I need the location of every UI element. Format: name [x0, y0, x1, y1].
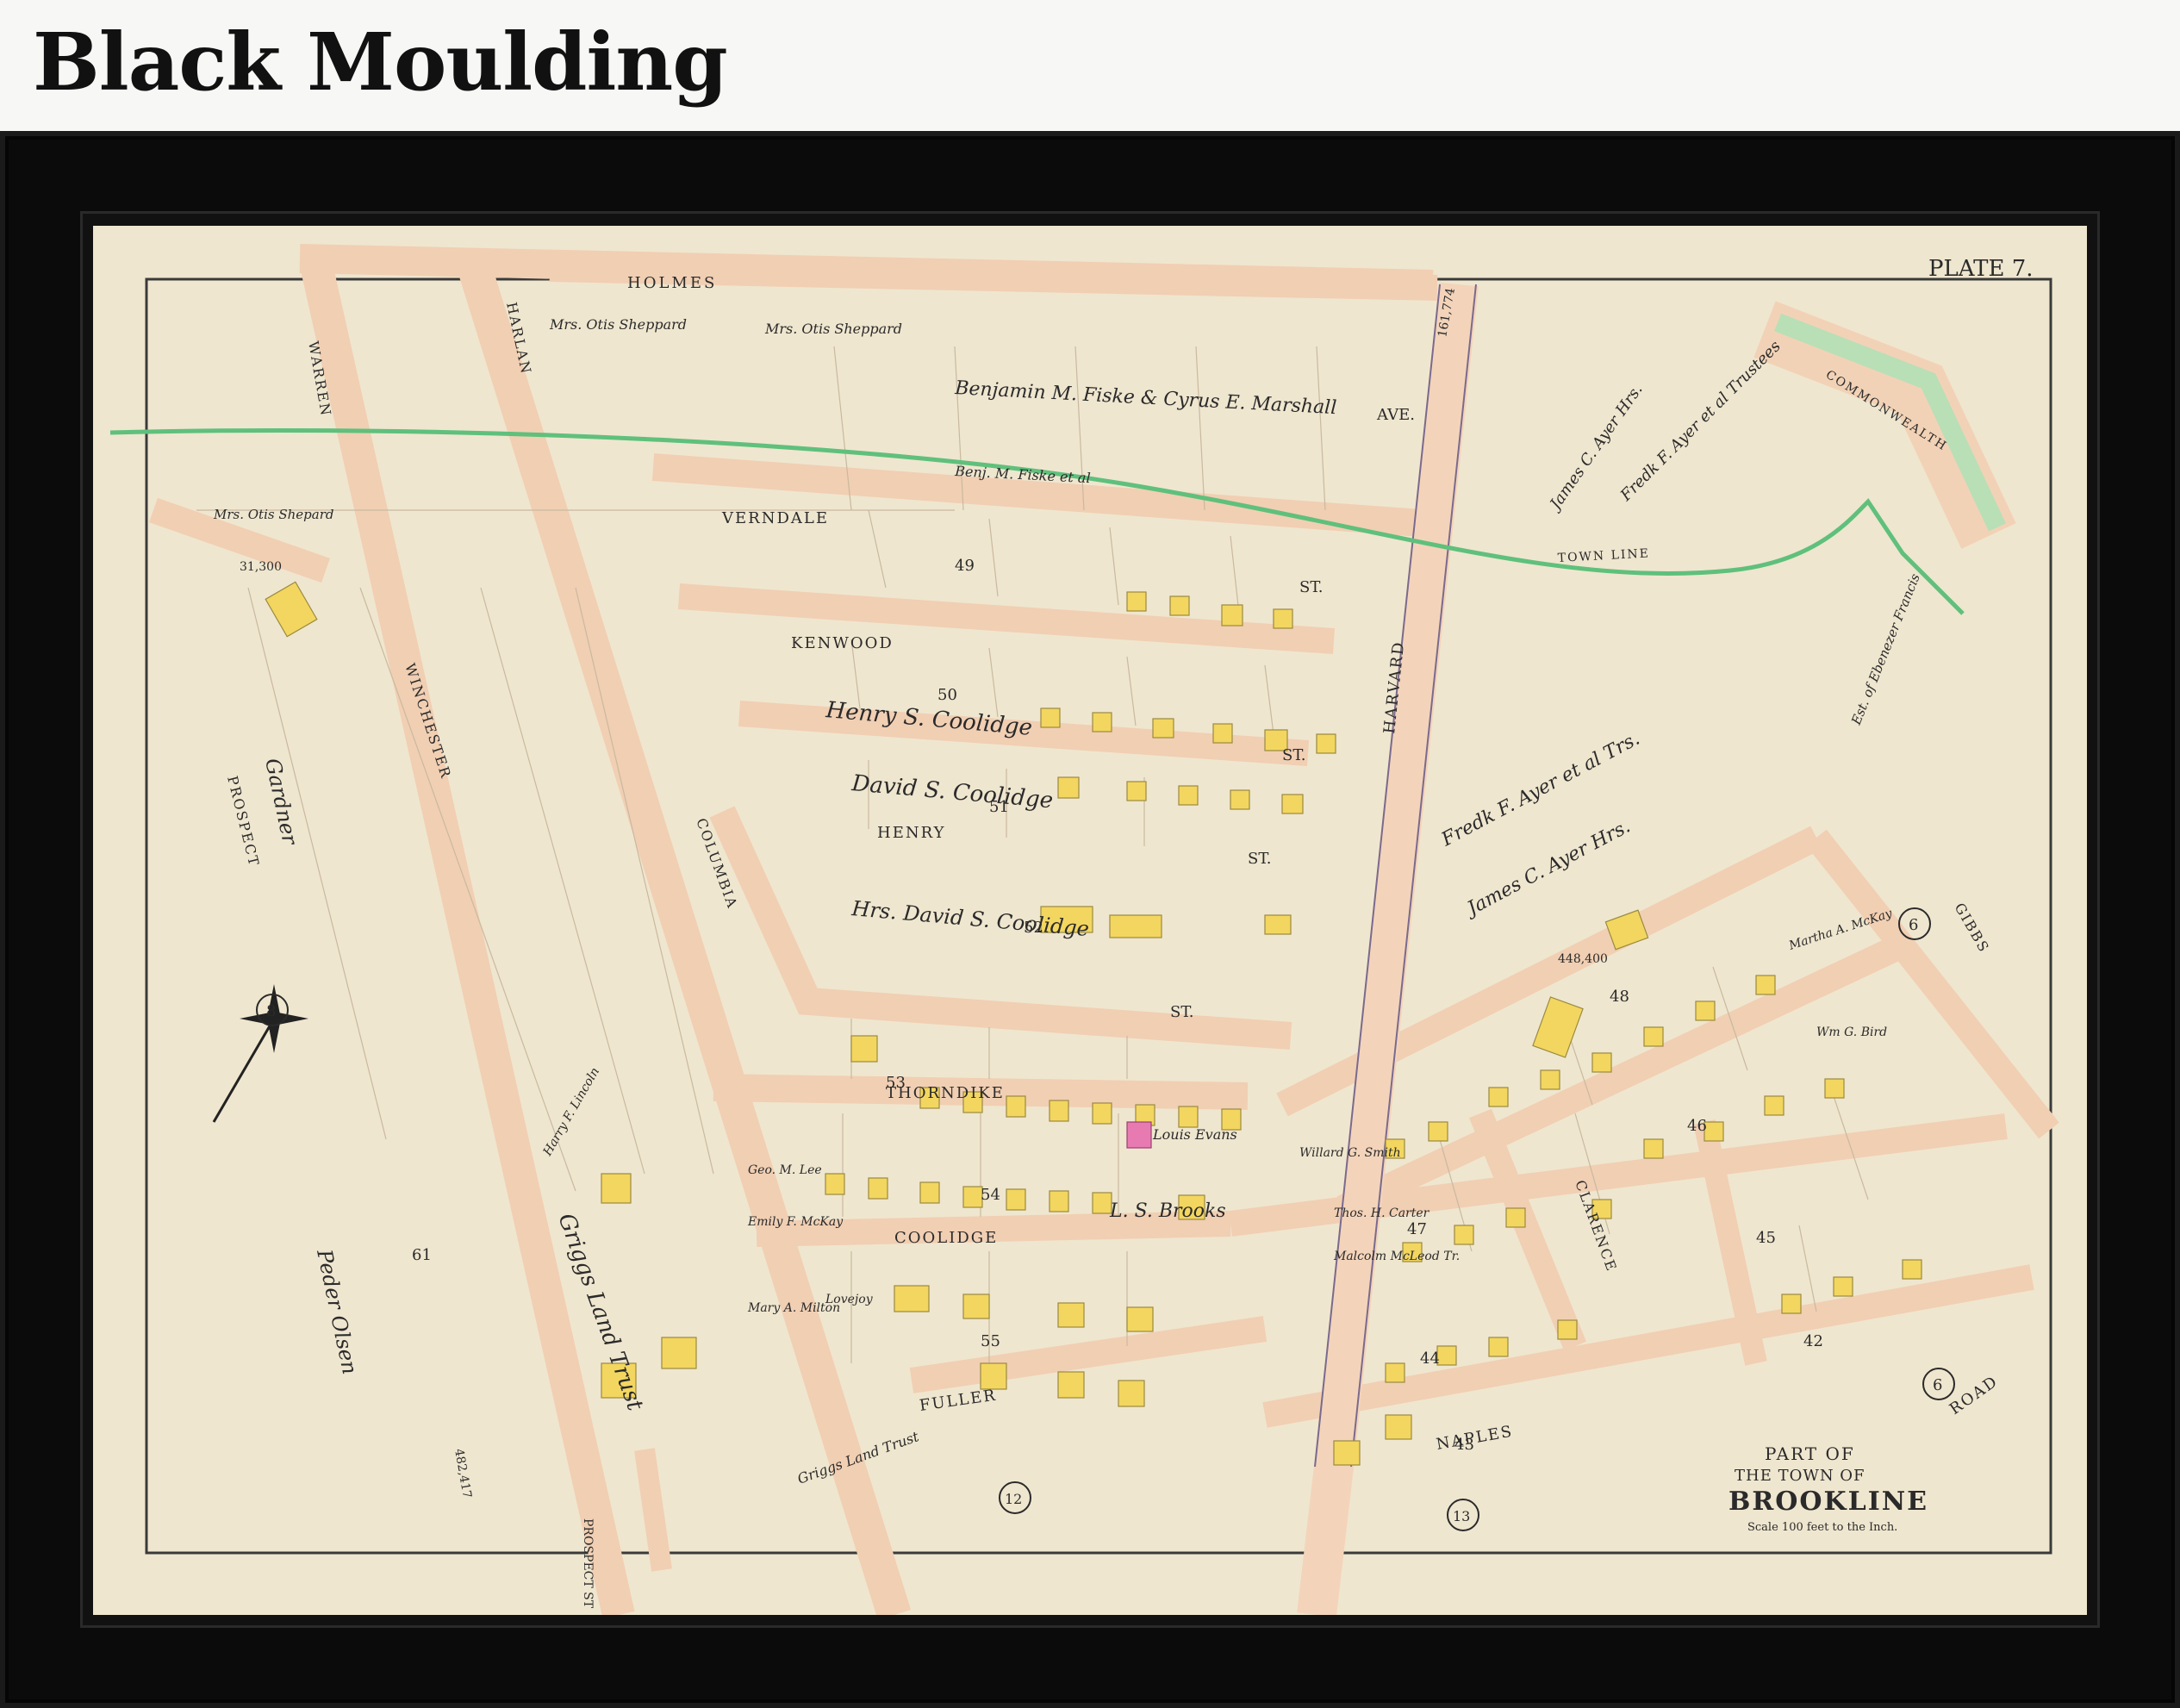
block-55: 55	[981, 1332, 1000, 1350]
svg-text:6: 6	[1909, 916, 1918, 934]
block-43: 43	[1454, 1436, 1474, 1454]
block-48: 48	[1610, 988, 1629, 1006]
owner-sheppard-2: Mrs. Otis Sheppard	[764, 321, 902, 337]
block-42: 42	[1803, 1332, 1823, 1350]
owner-malcolm: Malcolm McLeod Tr.	[1333, 1250, 1460, 1263]
svg-text:8: 8	[266, 1002, 276, 1020]
block-61: 61	[412, 1246, 432, 1264]
street-henry: HENRY	[877, 824, 945, 842]
title-scale: Scale 100 feet to the Inch.	[1747, 1521, 1897, 1534]
block-49: 49	[955, 557, 975, 575]
street-st-2: ST.	[1282, 746, 1305, 764]
area-4: 31,300	[240, 560, 282, 574]
street-ave-label: AVE.	[1376, 406, 1415, 424]
owner-emily-mckay: Emily F. McKay	[747, 1215, 844, 1229]
map-print: PLATE 7. HOLMES AVE. VERNDALE ST. KENWOO…	[93, 226, 2087, 1620]
plate-label: PLATE 7.	[1928, 256, 2034, 282]
block-53: 53	[886, 1074, 906, 1092]
title-line3: BROOKLINE	[1728, 1487, 1928, 1517]
title-line1: PART OF	[1765, 1443, 1855, 1464]
product-header: Black Moulding	[0, 0, 2180, 129]
owner-sheppard-1: Mrs. Otis Sheppard	[549, 316, 687, 333]
block-44: 44	[1420, 1350, 1440, 1368]
svg-text:13: 13	[1453, 1508, 1470, 1524]
block-46: 46	[1687, 1117, 1707, 1135]
street-kenwood: KENWOOD	[791, 634, 894, 652]
block-47: 47	[1407, 1220, 1427, 1238]
street-coolidge: COOLIDGE	[894, 1229, 998, 1247]
owner-louis-evans: Louis Evans	[1152, 1126, 1237, 1143]
street-holmes: HOLMES	[627, 274, 717, 292]
block-51: 51	[989, 798, 1009, 816]
block-50: 50	[937, 686, 957, 704]
area-2: 448,400	[1558, 952, 1608, 966]
svg-text:12: 12	[1005, 1491, 1022, 1507]
owner-wm-bird: Wm G. Bird	[1816, 1025, 1887, 1039]
black-frame: PLATE 7. HOLMES AVE. VERNDALE ST. KENWOO…	[0, 131, 2180, 1708]
svg-text:6: 6	[1933, 1376, 1942, 1394]
owner-shepard-lot: Mrs. Otis Shepard	[213, 507, 333, 522]
owner-thos-carter: Thos. H. Carter	[1334, 1206, 1430, 1220]
product-title: Black Moulding	[33, 16, 728, 109]
map-svg: PLATE 7. HOLMES AVE. VERNDALE ST. KENWOO…	[93, 226, 2087, 1620]
block-45: 45	[1756, 1229, 1776, 1247]
block-54: 54	[981, 1186, 1000, 1204]
title-line2: THE TOWN OF	[1735, 1467, 1865, 1485]
block-52: 52	[1024, 919, 1043, 937]
owner-geo-lee: Geo. M. Lee	[748, 1163, 822, 1177]
street-st-3: ST.	[1248, 850, 1271, 868]
street-prospect-st: PROSPECT ST	[581, 1518, 595, 1609]
street-verndale: VERNDALE	[721, 509, 829, 527]
owner-lovejoy: Lovejoy	[825, 1293, 874, 1306]
street-st-1: ST.	[1299, 578, 1323, 596]
pink-building	[1126, 1121, 1152, 1149]
owner-ls-brooks: L. S. Brooks	[1109, 1200, 1226, 1222]
owner-willard: Willard G. Smith	[1299, 1146, 1401, 1160]
street-st-4: ST.	[1170, 1003, 1193, 1021]
